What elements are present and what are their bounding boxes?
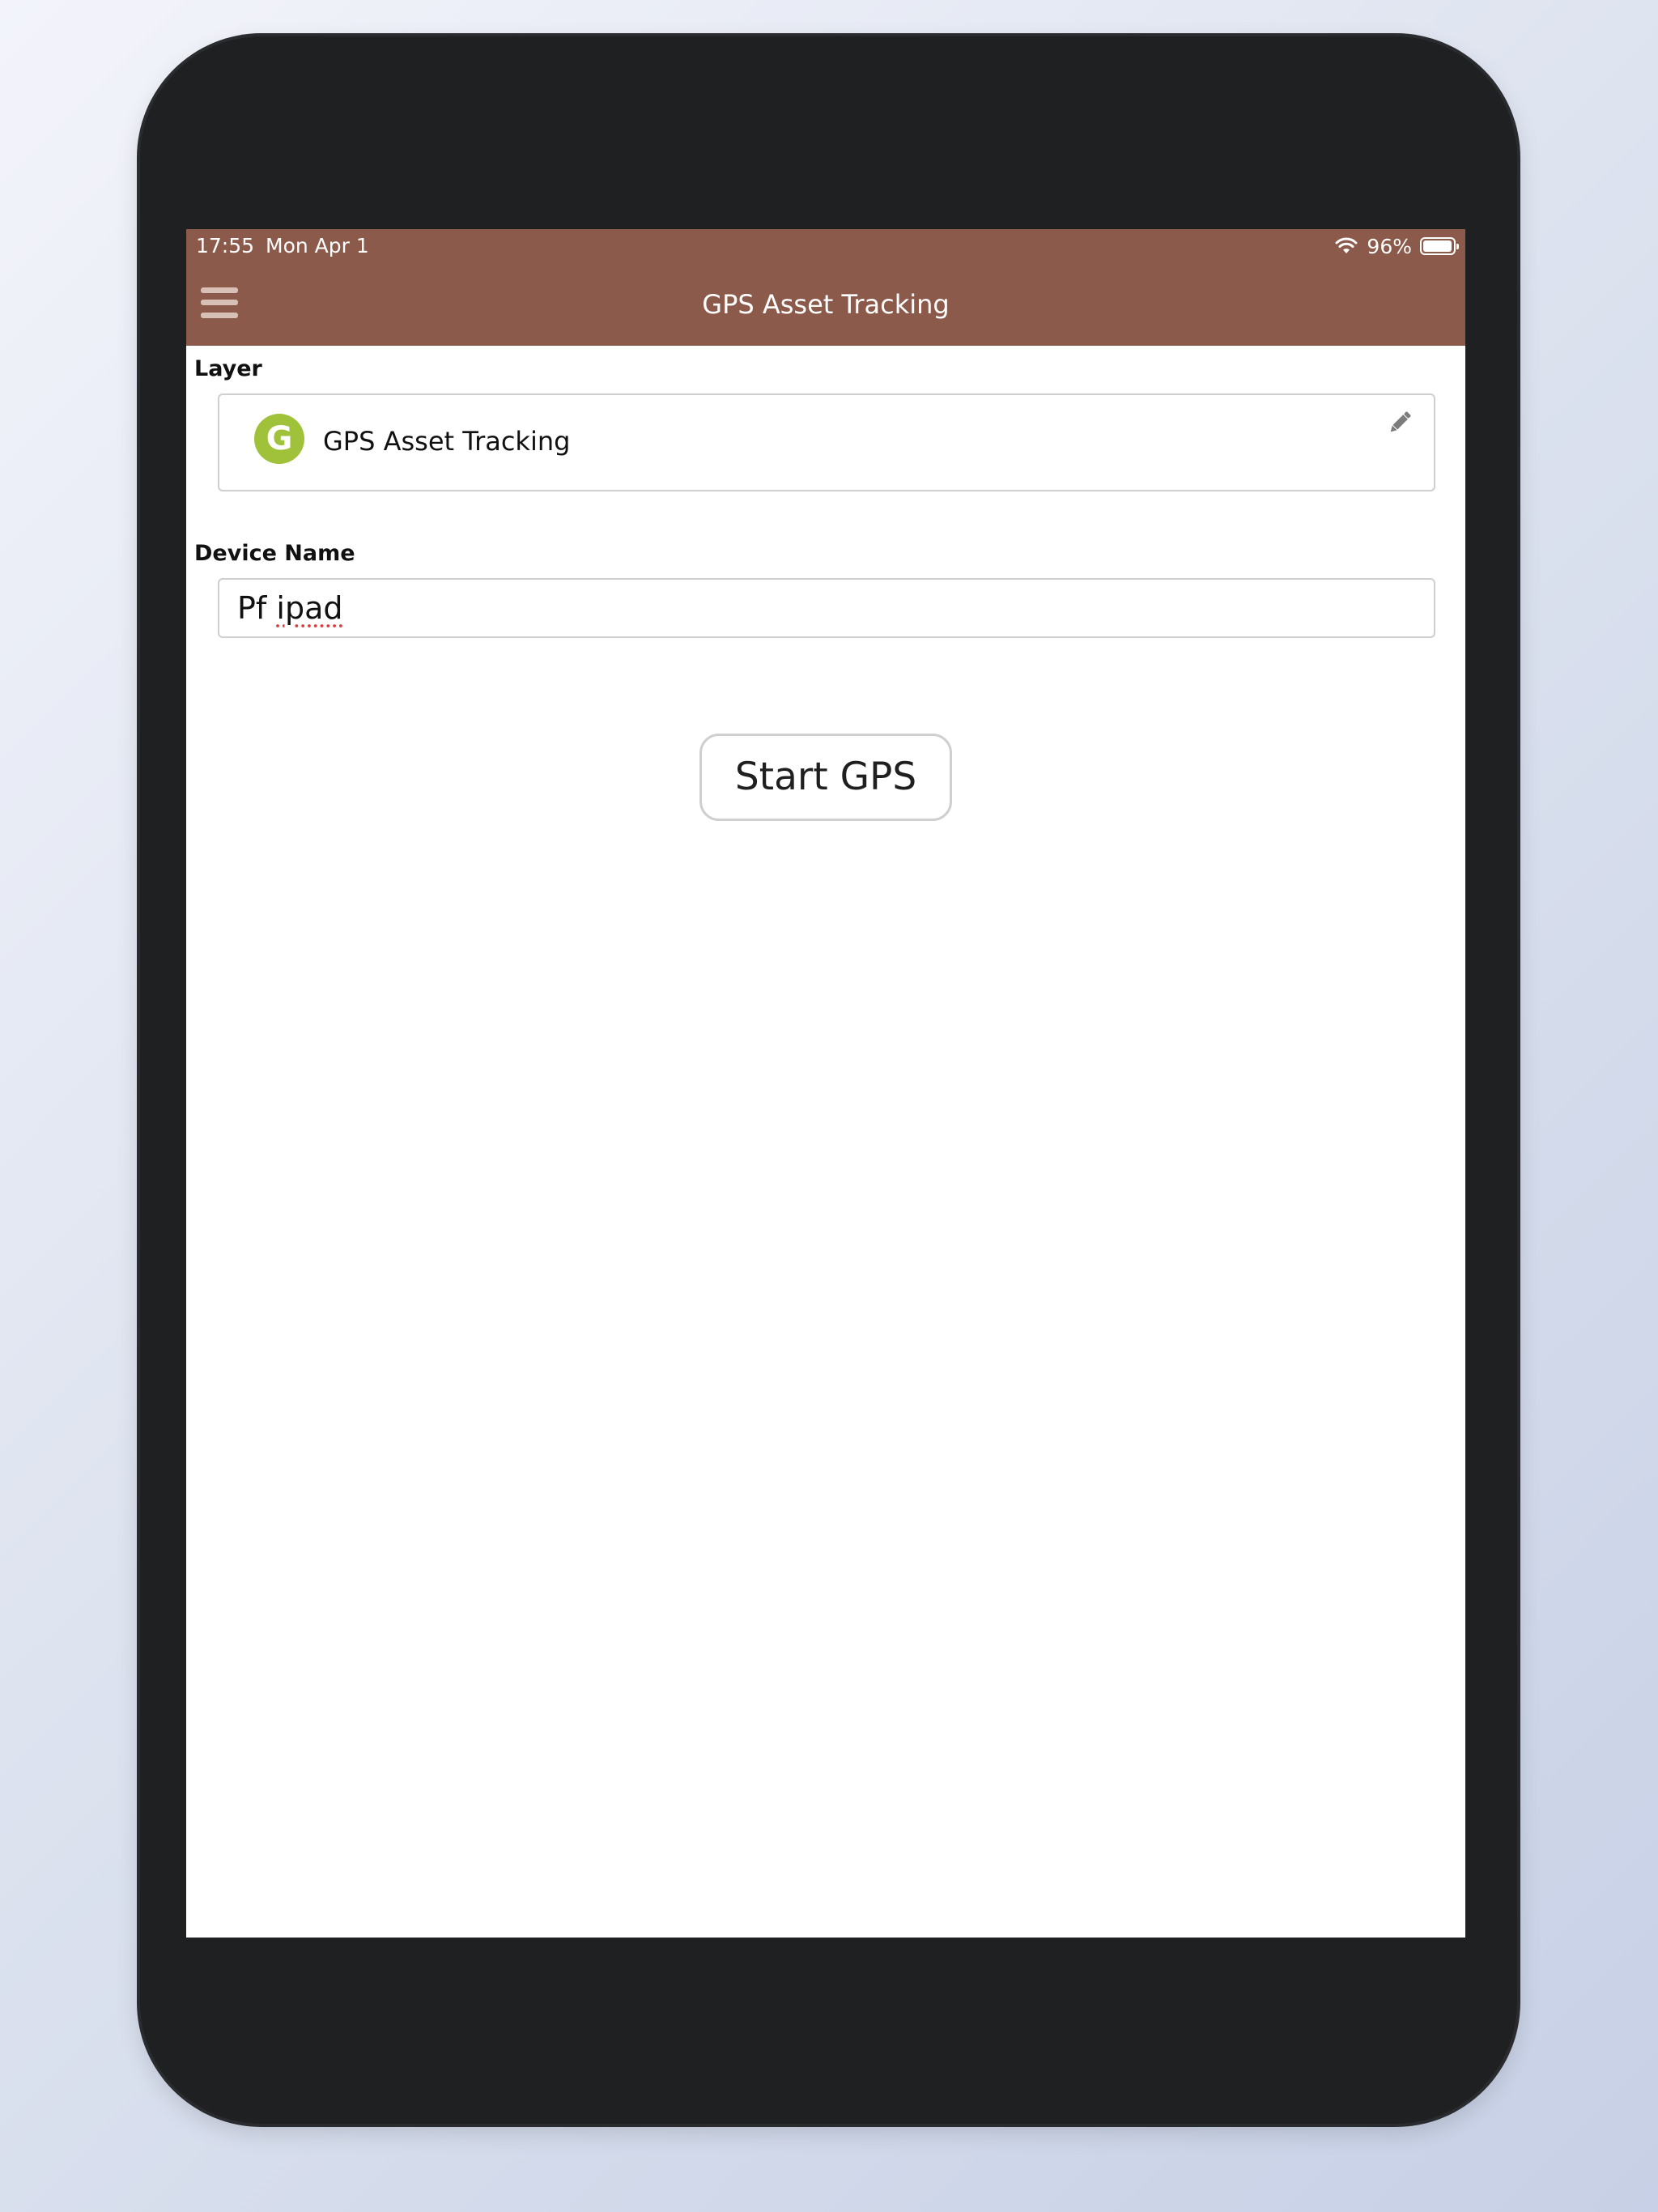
layer-name: GPS Asset Tracking	[323, 426, 571, 457]
status-date: Mon Apr 1	[266, 234, 369, 257]
layer-label: Layer	[194, 356, 262, 381]
start-gps-button[interactable]: Start GPS	[699, 734, 952, 821]
device-name-misspelled-word: ipad	[276, 590, 343, 626]
pencil-icon[interactable]	[1385, 408, 1414, 437]
status-time: 17:55	[196, 234, 255, 257]
status-indicators: 96%	[1334, 234, 1459, 258]
app-header: 17:55 Mon Apr 1 96% GPS Asset Tracking	[186, 229, 1465, 346]
app-screen: 17:55 Mon Apr 1 96% GPS Asset Tracking L…	[186, 229, 1465, 1938]
layer-avatar: G	[254, 414, 304, 464]
battery-icon	[1420, 237, 1459, 255]
wifi-icon	[1334, 237, 1358, 255]
device-name-label: Device Name	[194, 541, 355, 566]
device-name-word: Pf	[237, 590, 267, 626]
battery-fill	[1423, 240, 1452, 252]
layer-selector[interactable]: G GPS Asset Tracking	[218, 393, 1435, 491]
battery-nub	[1456, 244, 1459, 249]
device-name-input[interactable]: Pf ipad	[218, 578, 1435, 638]
app-title: GPS Asset Tracking	[702, 289, 950, 320]
battery-percentage: 96%	[1367, 234, 1412, 258]
